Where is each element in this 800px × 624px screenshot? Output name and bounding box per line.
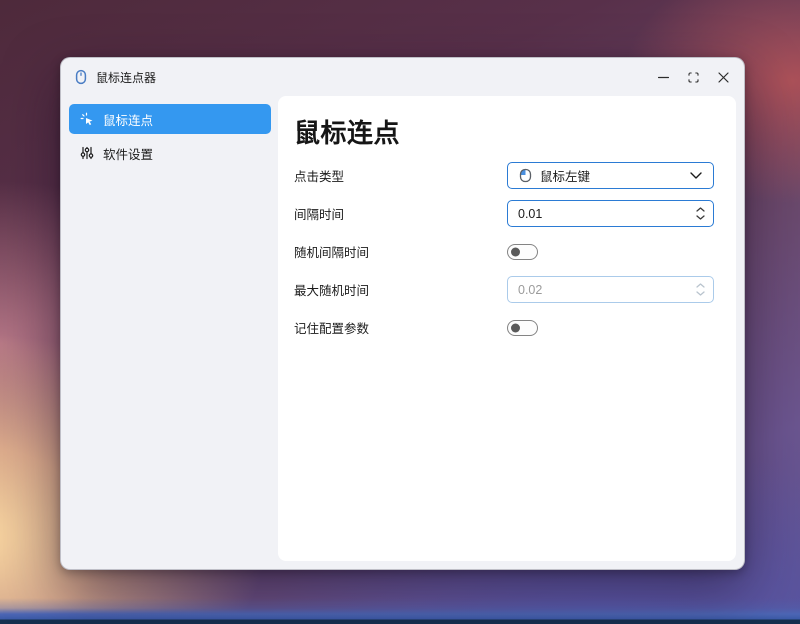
max-random-spinner bbox=[696, 283, 705, 296]
window-title: 鼠标连点器 bbox=[96, 69, 156, 86]
titlebar[interactable]: 鼠标连点器 bbox=[61, 58, 744, 96]
sidebar-item-mouse-clicker[interactable]: 鼠标连点 bbox=[69, 104, 271, 134]
sidebar-item-label: 鼠标连点 bbox=[103, 110, 153, 129]
minimize-icon bbox=[658, 72, 669, 83]
app-mouse-icon bbox=[75, 69, 87, 85]
chevron-down-icon bbox=[690, 172, 702, 179]
chevron-down-icon bbox=[696, 215, 705, 220]
interval-label: 间隔时间 bbox=[294, 204, 507, 223]
minimize-button[interactable] bbox=[648, 58, 678, 96]
mouse-left-button-icon bbox=[519, 168, 532, 183]
sidebar-item-label: 软件设置 bbox=[103, 144, 153, 163]
click-type-value: 鼠标左键 bbox=[540, 166, 590, 185]
random-interval-label: 随机间隔时间 bbox=[294, 242, 507, 261]
page-title: 鼠标连点 bbox=[294, 113, 714, 150]
max-random-label: 最大随机时间 bbox=[294, 280, 507, 299]
max-random-numberbox bbox=[507, 276, 714, 303]
cursor-click-icon bbox=[80, 112, 94, 126]
interval-row: 间隔时间 bbox=[294, 200, 714, 227]
remember-config-row: 记住配置参数 bbox=[294, 314, 714, 341]
interval-numberbox bbox=[507, 200, 714, 227]
random-interval-row: 随机间隔时间 bbox=[294, 238, 714, 265]
toggle-knob bbox=[511, 247, 520, 256]
settings-form: 点击类型 鼠标左键 bbox=[294, 162, 714, 341]
window-controls bbox=[648, 58, 744, 96]
close-button[interactable] bbox=[708, 58, 738, 96]
interval-spinner[interactable] bbox=[696, 207, 705, 220]
click-type-label: 点击类型 bbox=[294, 166, 507, 185]
click-type-row: 点击类型 鼠标左键 bbox=[294, 162, 714, 189]
maximize-icon bbox=[688, 72, 699, 83]
chevron-up-icon bbox=[696, 207, 705, 212]
interval-input[interactable] bbox=[518, 207, 696, 221]
chevron-up-icon bbox=[696, 283, 705, 288]
remember-config-toggle[interactable] bbox=[507, 320, 538, 336]
sidebar-item-settings[interactable]: 软件设置 bbox=[69, 138, 271, 168]
max-random-row: 最大随机时间 bbox=[294, 276, 714, 303]
toggle-knob bbox=[511, 323, 520, 332]
click-type-combobox[interactable]: 鼠标左键 bbox=[507, 162, 714, 189]
random-interval-toggle[interactable] bbox=[507, 244, 538, 260]
chevron-down-icon bbox=[696, 291, 705, 296]
sidebar: 鼠标连点 软件设置 bbox=[69, 104, 271, 172]
main-content: 鼠标连点 点击类型 鼠标左键 bbox=[278, 96, 736, 561]
max-random-input bbox=[518, 283, 696, 297]
app-window: 鼠标连点器 bbox=[60, 57, 745, 570]
desktop-background: 鼠标连点器 bbox=[0, 0, 800, 624]
sliders-icon bbox=[80, 146, 94, 160]
remember-config-label: 记住配置参数 bbox=[294, 318, 507, 337]
maximize-button[interactable] bbox=[678, 58, 708, 96]
close-icon bbox=[718, 72, 729, 83]
